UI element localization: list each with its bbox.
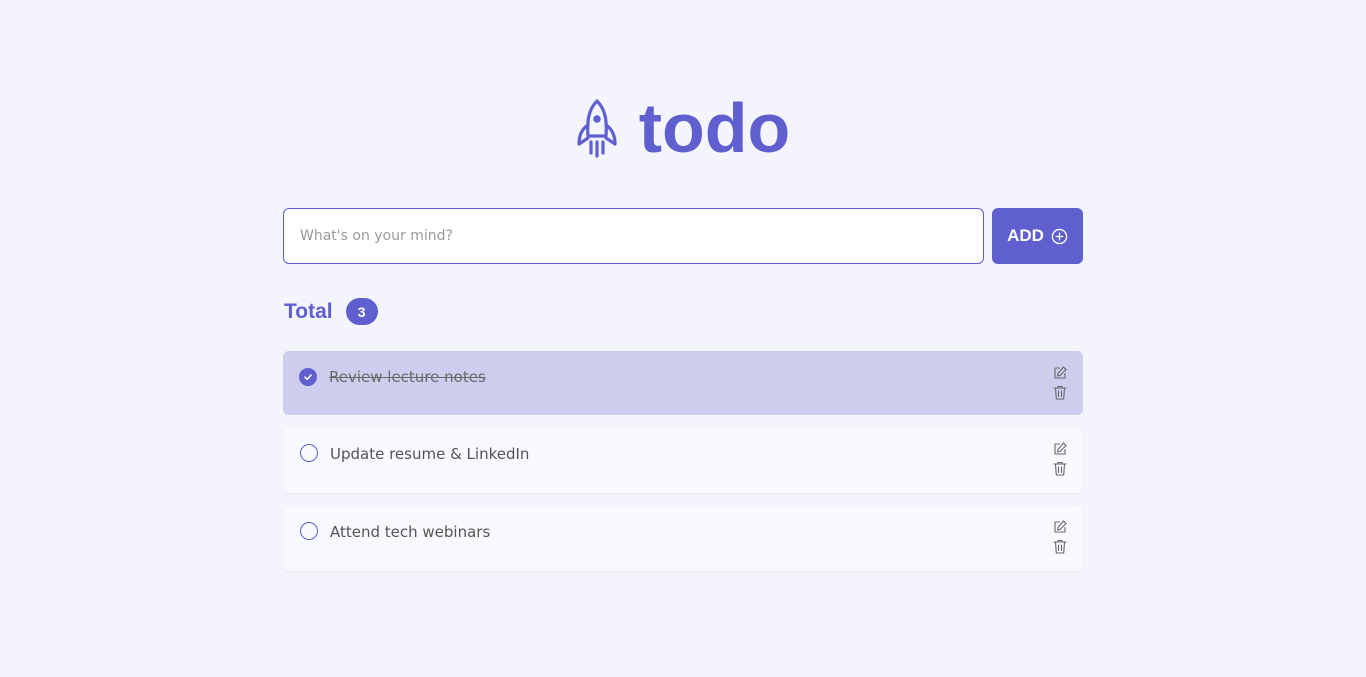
task-text: Review lecture notes <box>329 368 486 386</box>
trash-icon[interactable] <box>1053 385 1067 400</box>
edit-icon[interactable] <box>1053 520 1067 534</box>
task-input[interactable] <box>283 208 984 264</box>
task-item: Attend tech webinars <box>283 505 1083 571</box>
trash-icon[interactable] <box>1053 539 1067 554</box>
rocket-icon <box>577 99 617 158</box>
task-item: Review lecture notes <box>283 351 1083 415</box>
task-text: Attend tech webinars <box>330 523 491 541</box>
add-button-label: ADD <box>1007 226 1044 245</box>
task-checkbox[interactable] <box>300 522 318 540</box>
task-summary: Total 3 <box>284 298 378 325</box>
add-button[interactable]: ADD <box>992 208 1083 264</box>
add-task-form: ADD <box>283 208 1083 264</box>
task-item: Update resume & LinkedIn <box>283 427 1083 493</box>
total-count-badge: 3 <box>345 298 378 325</box>
app-title: todo <box>638 89 791 167</box>
task-list: Review lecture notes Update resume & Lin… <box>283 351 1083 583</box>
trash-icon[interactable] <box>1053 461 1067 476</box>
task-checkbox[interactable] <box>299 368 317 386</box>
plus-circle-icon <box>1051 228 1068 244</box>
total-label: Total <box>284 299 333 323</box>
task-text: Update resume & LinkedIn <box>330 445 530 463</box>
edit-icon[interactable] <box>1053 442 1067 456</box>
checkmark-icon <box>304 374 312 381</box>
task-checkbox[interactable] <box>300 444 318 462</box>
edit-icon[interactable] <box>1053 366 1067 380</box>
app-header: todo <box>0 89 1366 167</box>
